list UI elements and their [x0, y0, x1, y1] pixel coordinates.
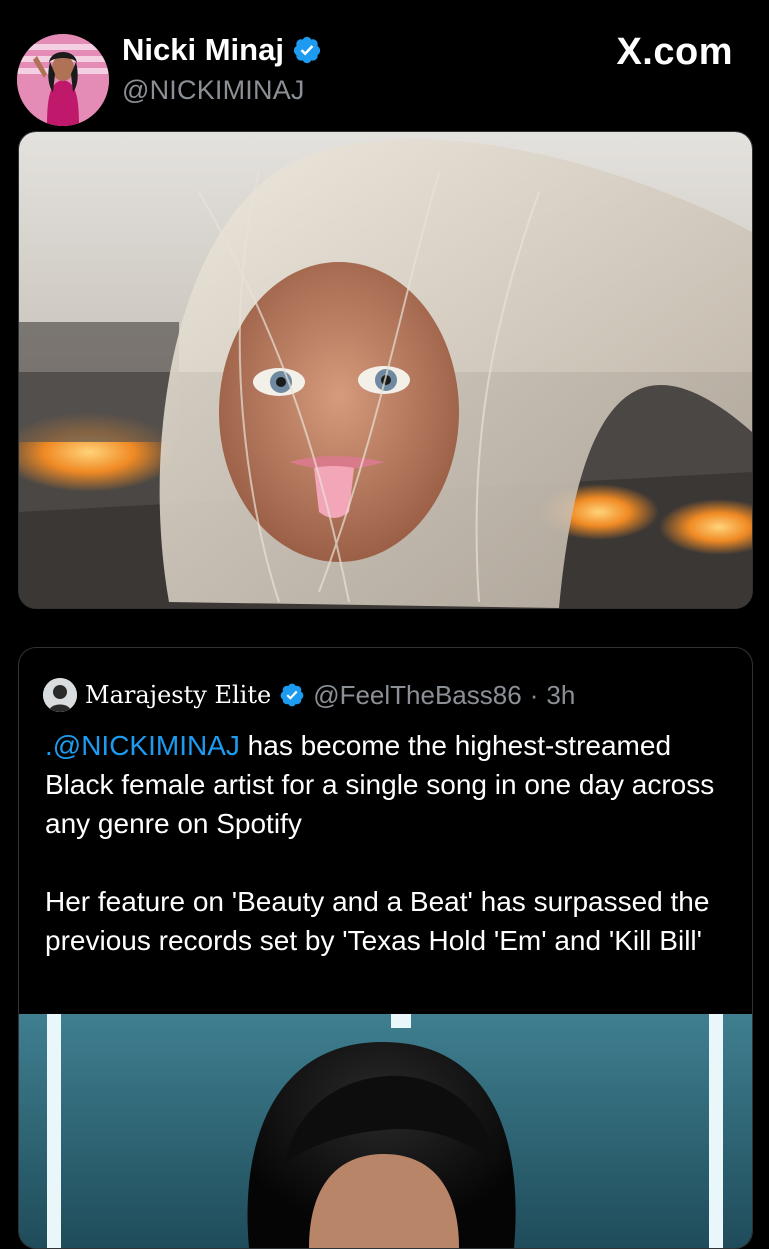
quoted-author-handle[interactable]: @FeelTheBass86: [313, 680, 522, 711]
quoted-author-name[interactable]: Marajesty Elite: [85, 681, 271, 709]
author-name-row: Nicki Minaj: [122, 32, 322, 68]
quoted-post-header: Marajesty Elite @FeelTheBass86 · 3h: [43, 678, 575, 712]
quoted-avatar-icon: [43, 678, 77, 712]
author-avatar[interactable]: [17, 34, 109, 126]
quoted-author-avatar[interactable]: [43, 678, 77, 712]
quoted-post-text: .@NICKIMINAJ has become the highest-stre…: [45, 726, 735, 999]
photo-doll-face-icon: [19, 132, 752, 608]
quoted-paragraph-1: .@NICKIMINAJ has become the highest-stre…: [45, 726, 735, 843]
quoted-post[interactable]: Marajesty Elite @FeelTheBass86 · 3h .@NI…: [18, 647, 753, 1249]
x-brand-label: X.com: [616, 31, 733, 73]
verified-badge-icon: [293, 36, 321, 64]
author-handle[interactable]: @NICKIMINAJ: [122, 75, 305, 106]
avatar-illustration-icon: [17, 34, 109, 126]
post-header: Nicki Minaj @NICKIMINAJ X.com: [0, 0, 769, 126]
quoted-separator: ·: [529, 679, 539, 710]
quoted-post-media[interactable]: [19, 1014, 752, 1248]
quoted-timestamp[interactable]: 3h: [546, 680, 575, 711]
quoted-verified-badge-icon: [280, 683, 304, 707]
post-media-image[interactable]: [18, 131, 753, 609]
photo-woman-stage-icon: [19, 1014, 752, 1248]
author-display-name[interactable]: Nicki Minaj: [122, 32, 284, 68]
quoted-paragraph-2: Her feature on 'Beauty and a Beat' has s…: [45, 886, 710, 956]
mention-link[interactable]: .@NICKIMINAJ: [45, 730, 240, 761]
